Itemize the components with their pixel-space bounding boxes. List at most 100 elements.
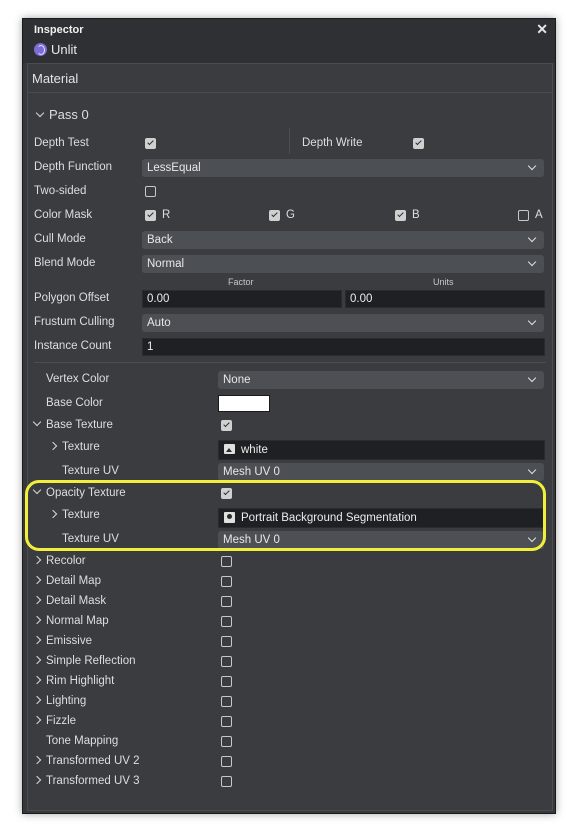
two-sided-label: Two-sided: [34, 185, 87, 197]
color-mask-g-label: G: [286, 209, 295, 221]
option-row[interactable]: Lighting: [32, 695, 86, 707]
chevron-right-icon: [32, 715, 42, 725]
base-texture-checkbox[interactable]: [221, 420, 232, 431]
chevron-right-icon: [48, 441, 58, 451]
chevron-down-icon: [527, 161, 537, 171]
option-row[interactable]: Detail Mask: [32, 595, 106, 607]
base-texture-field[interactable]: white: [218, 440, 545, 460]
base-texture-uv-value: Mesh UV 0: [223, 466, 280, 478]
option-row[interactable]: Rim Highlight: [32, 675, 115, 687]
option-checkbox[interactable]: [221, 656, 232, 667]
base-texture-value: white: [241, 444, 268, 456]
depth-write-checkbox[interactable]: [413, 138, 424, 149]
vertex-color-value: None: [223, 374, 251, 386]
base-texture-toggle[interactable]: Base Texture: [32, 417, 113, 431]
opacity-texture-toggle[interactable]: Opacity Texture: [32, 485, 126, 499]
option-row[interactable]: Emissive: [32, 635, 92, 647]
section-divider: [34, 362, 546, 363]
chevron-right-icon: [32, 575, 42, 585]
titlebar: Inspector ✕ Unlit: [23, 19, 555, 63]
pass-toggle[interactable]: Pass 0: [35, 107, 89, 122]
instance-count-input[interactable]: 1: [142, 338, 545, 356]
chevron-right-icon: [32, 695, 42, 705]
color-mask-b-label: B: [412, 209, 420, 221]
instance-count-value: 1: [147, 341, 154, 353]
option-checkbox[interactable]: [221, 756, 232, 767]
frustum-culling-dropdown[interactable]: Auto: [142, 314, 544, 332]
material-globe-icon: [34, 43, 47, 56]
opacity-texture-field[interactable]: Portrait Background Segmentation: [218, 508, 545, 528]
polygon-offset-factor-input[interactable]: 0.00: [142, 290, 342, 308]
opacity-texture-uv-dropdown[interactable]: Mesh UV 0: [218, 531, 544, 549]
color-mask-a-label: A: [535, 209, 543, 221]
option-row[interactable]: Normal Map: [32, 615, 109, 627]
option-row[interactable]: Tone Mapping: [46, 735, 118, 747]
chevron-down-icon: [35, 108, 45, 118]
chevron-down-icon: [527, 373, 537, 383]
depth-test-label: Depth Test: [34, 137, 89, 149]
color-mask-r-checkbox[interactable]: [145, 210, 156, 221]
object-name-label: Unlit: [51, 42, 78, 57]
image-icon: [224, 444, 235, 454]
chevron-right-icon: [48, 509, 58, 519]
opacity-texture-checkbox[interactable]: [221, 488, 232, 499]
option-checkbox[interactable]: [221, 636, 232, 647]
vertex-color-dropdown[interactable]: None: [218, 371, 544, 389]
color-mask-a-checkbox[interactable]: [518, 210, 529, 221]
option-row[interactable]: Transformed UV 2: [32, 755, 140, 767]
option-label: Normal Map: [46, 615, 109, 627]
chevron-right-icon: [32, 635, 42, 645]
option-checkbox[interactable]: [221, 776, 232, 787]
color-mask-label: Color Mask: [34, 209, 93, 221]
chevron-right-icon: [32, 675, 42, 685]
option-row[interactable]: Transformed UV 3: [32, 775, 140, 787]
color-mask-g-checkbox[interactable]: [269, 210, 280, 221]
chevron-right-icon: [32, 615, 42, 625]
depth-function-label: Depth Function: [34, 161, 112, 173]
chevron-down-icon: [527, 465, 537, 475]
option-checkbox[interactable]: [221, 736, 232, 747]
blend-mode-dropdown[interactable]: Normal: [142, 255, 544, 273]
option-row[interactable]: Fizzle: [32, 715, 77, 727]
cull-mode-value: Back: [147, 234, 173, 246]
base-texture-label: Base Texture: [46, 419, 113, 431]
option-checkbox[interactable]: [221, 676, 232, 687]
option-checkbox[interactable]: [221, 576, 232, 587]
option-label: Rim Highlight: [46, 675, 115, 687]
option-checkbox[interactable]: [221, 696, 232, 707]
base-color-swatch[interactable]: [218, 395, 270, 412]
material-section-header[interactable]: Material: [28, 64, 552, 93]
polygon-offset-units-input[interactable]: 0.00: [345, 290, 545, 308]
polygon-offset-factor-value: 0.00: [147, 293, 170, 305]
chevron-right-icon: [32, 555, 42, 565]
inspector-window: Inspector ✕ Unlit Material Pass 0 Depth …: [22, 18, 556, 814]
option-checkbox[interactable]: [221, 556, 232, 567]
option-row[interactable]: Detail Map: [32, 575, 101, 587]
option-row[interactable]: Recolor: [32, 555, 86, 567]
option-checkbox[interactable]: [221, 616, 232, 627]
opacity-texture-value: Portrait Background Segmentation: [241, 512, 417, 524]
close-icon[interactable]: ✕: [536, 21, 548, 38]
factor-caption: Factor: [228, 277, 254, 287]
cull-mode-label: Cull Mode: [34, 233, 86, 245]
base-texture-texture-toggle[interactable]: Texture: [48, 441, 100, 453]
window-title: Inspector: [34, 24, 84, 36]
depth-function-dropdown[interactable]: LessEqual: [142, 159, 544, 177]
color-mask-b-checkbox[interactable]: [395, 210, 406, 221]
chevron-down-icon: [32, 485, 42, 495]
depth-test-checkbox[interactable]: [145, 138, 156, 149]
segmentation-texture-icon: [224, 512, 235, 523]
option-checkbox[interactable]: [221, 716, 232, 727]
two-sided-checkbox[interactable]: [145, 186, 156, 197]
opacity-texture-texture-toggle[interactable]: Texture: [48, 509, 100, 521]
chevron-right-icon: [32, 775, 42, 785]
base-texture-texture-label: Texture: [62, 441, 100, 453]
base-texture-uv-dropdown[interactable]: Mesh UV 0: [218, 463, 544, 481]
chevron-right-icon: [32, 655, 42, 665]
option-row[interactable]: Simple Reflection: [32, 655, 135, 667]
option-label: Fizzle: [46, 715, 77, 727]
chevron-down-icon: [527, 533, 537, 543]
cull-mode-dropdown[interactable]: Back: [142, 231, 544, 249]
option-checkbox[interactable]: [221, 596, 232, 607]
frustum-culling-value: Auto: [147, 317, 171, 329]
